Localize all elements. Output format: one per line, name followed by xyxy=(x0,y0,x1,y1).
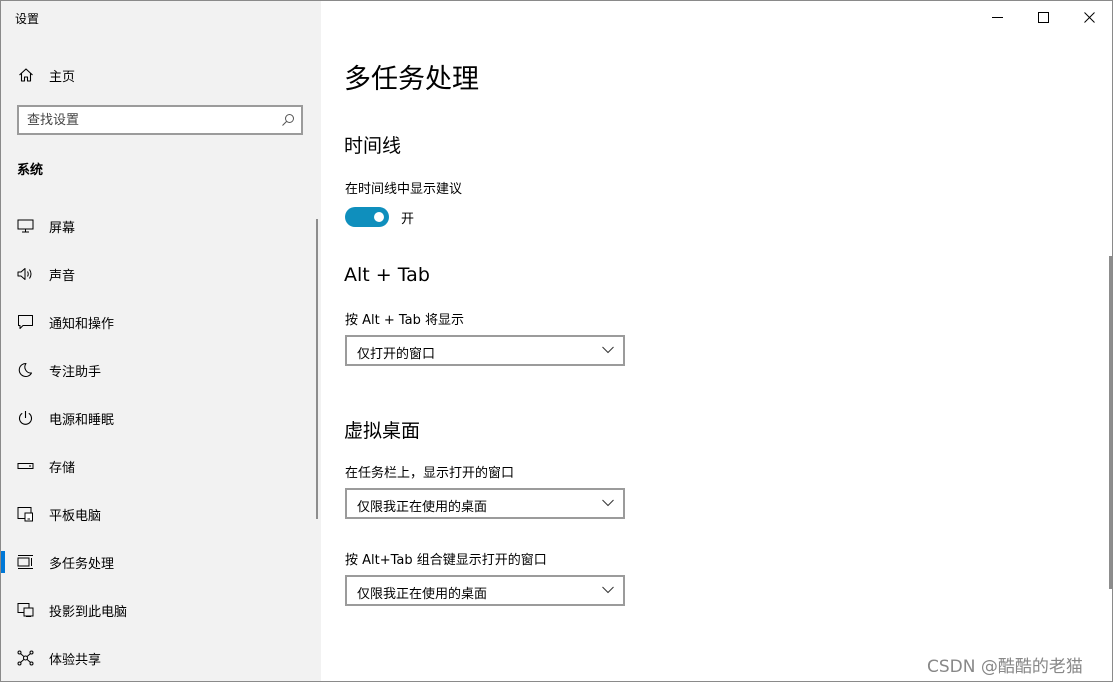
power-icon xyxy=(18,411,33,425)
home-label: 主页 xyxy=(49,70,76,85)
projection-icon xyxy=(17,603,34,617)
sidebar-scrollbar[interactable] xyxy=(316,219,318,519)
watermark: CSDN @酷酷的老猫 xyxy=(927,657,1083,677)
alttab-heading: Alt + Tab xyxy=(344,264,430,286)
section-heading: 系统 xyxy=(17,163,44,178)
sidebar-item-label: 电源和睡眠 xyxy=(49,413,115,428)
taskbar-windows-label: 在任务栏上，显示打开的窗口 xyxy=(345,466,515,481)
chevron-down-icon xyxy=(602,499,614,507)
search-box[interactable] xyxy=(17,105,303,135)
share-icon xyxy=(17,650,34,666)
alttab-label: 按 Alt + Tab 将显示 xyxy=(345,313,465,328)
sidebar-item-focus-assist[interactable]: 专注助手 xyxy=(1,346,321,394)
monitor-icon xyxy=(17,219,34,233)
sidebar-item-power-sleep[interactable]: 电源和睡眠 xyxy=(1,394,321,442)
alttab-desktop-dropdown[interactable]: 仅限我正在使用的桌面 xyxy=(345,575,625,606)
timeline-heading: 时间线 xyxy=(344,135,402,157)
sidebar-item-storage[interactable]: 存储 xyxy=(1,442,321,490)
sidebar-item-display[interactable]: 屏幕 xyxy=(1,202,321,250)
taskbar-windows-dropdown[interactable]: 仅限我正在使用的桌面 xyxy=(345,488,625,519)
sidebar-item-label: 平板电脑 xyxy=(49,509,102,524)
alttab-desktop-label: 按 Alt+Tab 组合键显示打开的窗口 xyxy=(345,553,547,568)
settings-window: 设置 主页 系统 屏幕 xyxy=(0,0,1113,682)
sidebar-item-label: 体验共享 xyxy=(49,653,102,668)
page-title: 多任务处理 xyxy=(344,64,479,95)
sidebar-item-label: 屏幕 xyxy=(49,221,76,236)
toggle-state-text: 开 xyxy=(401,212,415,227)
message-icon xyxy=(18,315,33,329)
toggle-knob xyxy=(374,212,384,222)
multitask-icon xyxy=(17,555,33,569)
main-content: 多任务处理 时间线 在时间线中显示建议 开 Alt + Tab 按 Alt + … xyxy=(321,1,1112,681)
moon-icon xyxy=(18,362,32,377)
sidebar-item-notifications[interactable]: 通知和操作 xyxy=(1,298,321,346)
alttab-dropdown-value: 仅打开的窗口 xyxy=(357,347,436,362)
taskbar-windows-dropdown-value: 仅限我正在使用的桌面 xyxy=(357,500,488,515)
sidebar: 设置 主页 系统 屏幕 xyxy=(1,1,321,681)
sidebar-item-label: 投影到此电脑 xyxy=(49,605,128,620)
storage-icon xyxy=(17,463,34,469)
sidebar-item-label: 专注助手 xyxy=(49,365,102,380)
timeline-suggestions-toggle[interactable] xyxy=(345,207,389,227)
virtual-desktops-heading: 虚拟桌面 xyxy=(344,420,421,442)
sidebar-item-sound[interactable]: 声音 xyxy=(1,250,321,298)
nav-list: 屏幕 声音 通知和操作 专注助手 电源和睡眠 存储 平板电脑 多任务处理 投影到… xyxy=(1,202,321,681)
home-button[interactable]: 主页 xyxy=(1,57,321,93)
sidebar-item-shared-experiences[interactable]: 体验共享 xyxy=(1,634,321,681)
alttab-desktop-dropdown-value: 仅限我正在使用的桌面 xyxy=(357,587,488,602)
sidebar-item-label: 多任务处理 xyxy=(49,557,115,572)
chevron-down-icon xyxy=(602,586,614,594)
content-scrollbar[interactable] xyxy=(1109,256,1112,589)
sidebar-item-tablet[interactable]: 平板电脑 xyxy=(1,490,321,538)
timeline-suggestions-label: 在时间线中显示建议 xyxy=(345,182,463,197)
sidebar-item-multitasking[interactable]: 多任务处理 xyxy=(1,538,321,586)
sidebar-item-label: 存储 xyxy=(49,461,76,476)
sidebar-item-label: 通知和操作 xyxy=(49,317,115,332)
app-title: 设置 xyxy=(15,12,40,26)
sidebar-item-project-to-pc[interactable]: 投影到此电脑 xyxy=(1,586,321,634)
chevron-down-icon xyxy=(602,346,614,354)
sidebar-item-label: 声音 xyxy=(49,269,76,284)
tablet-icon xyxy=(17,507,33,522)
selection-indicator xyxy=(1,551,5,573)
search-input[interactable] xyxy=(27,111,267,129)
alttab-dropdown[interactable]: 仅打开的窗口 xyxy=(345,335,625,366)
speaker-icon xyxy=(17,268,32,280)
search-icon[interactable] xyxy=(281,113,295,127)
home-icon xyxy=(19,68,33,82)
